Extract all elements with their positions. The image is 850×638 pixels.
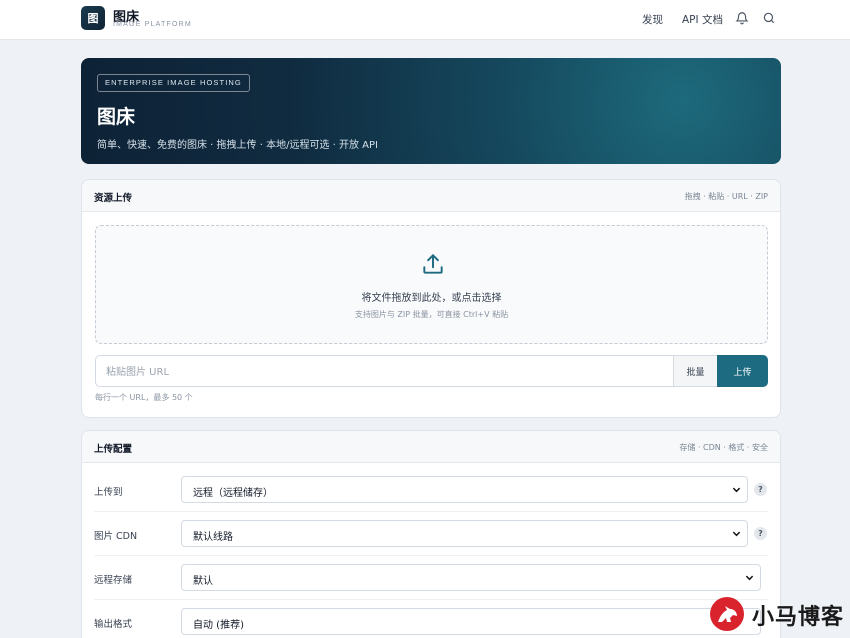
chevron-down-icon [745, 575, 754, 581]
chevron-down-icon [732, 531, 741, 537]
config-card-header: 上传配置 存储 · CDN · 格式 · 安全 [82, 431, 780, 463]
cdn-select[interactable]: 默认线路 [181, 520, 748, 547]
config-card-title: 上传配置 [94, 444, 133, 455]
remote-storage-select[interactable]: 默认 [181, 564, 761, 591]
remote-storage-value: 默认 [193, 576, 213, 587]
nav-discover-link[interactable]: 发现 [642, 12, 663, 27]
bell-icon[interactable] [735, 11, 749, 25]
brand-logo[interactable]: 图 [81, 6, 105, 30]
config-label-remote-storage: 远程存储 [94, 575, 133, 586]
dropzone-sub-text: 支持图片与 ZIP 批量，可直接 Ctrl+V 粘贴 [354, 310, 509, 319]
upload-card-header: 资源上传 拖拽 · 粘贴 · URL · ZIP [82, 180, 780, 212]
hero-description: 简单、快速、免费的图床 · 拖拽上传 · 本地/远程可选 · 开放 API [97, 140, 378, 151]
chevron-down-icon [732, 487, 741, 493]
config-card-meta: 存储 · CDN · 格式 · 安全 [679, 443, 768, 452]
cdn-help-icon[interactable]: ? [754, 527, 767, 540]
row-divider [94, 511, 768, 512]
upload-card: 资源上传 拖拽 · 粘贴 · URL · ZIP 将文件拖放到此处，或点击选择 … [81, 179, 781, 418]
upload-button[interactable]: 上传 [717, 355, 768, 387]
file-dropzone[interactable]: 将文件拖放到此处，或点击选择 支持图片与 ZIP 批量，可直接 Ctrl+V 粘… [95, 225, 768, 344]
watermark-text: 小马博客 [752, 605, 845, 630]
row-divider [94, 599, 768, 600]
upload-config-card: 上传配置 存储 · CDN · 格式 · 安全 上传到 远程（远程储存） ? 图… [81, 430, 781, 638]
config-label-output-format: 输出格式 [94, 619, 133, 630]
dropzone-main-text: 将文件拖放到此处，或点击选择 [361, 293, 502, 304]
output-format-value: 自动 (推荐) [193, 620, 244, 631]
search-icon[interactable] [762, 11, 776, 25]
upload-card-title: 资源上传 [94, 193, 133, 204]
hero-badge: ENTERPRISE IMAGE HOSTING [97, 74, 250, 92]
upload-icon [423, 254, 443, 274]
output-format-select[interactable]: 自动 (推荐) [181, 608, 761, 635]
watermark-horse-logo [710, 597, 744, 631]
config-label-upload-target: 上传到 [94, 487, 123, 498]
nav-api-docs-link[interactable]: API 文档 [682, 12, 723, 27]
upload-target-help-icon[interactable]: ? [754, 483, 767, 496]
cdn-value: 默认线路 [193, 532, 233, 543]
hero-title: 图床 [97, 106, 136, 128]
hero-banner: ENTERPRISE IMAGE HOSTING 图床 简单、快速、免费的图床 … [81, 58, 781, 164]
top-nav-bar: 图 图床 IMAGE PLATFORM 发现 API 文档 [0, 0, 850, 40]
row-divider [94, 555, 768, 556]
upload-card-meta: 拖拽 · 粘贴 · URL · ZIP [684, 192, 768, 201]
image-url-input[interactable] [95, 355, 674, 387]
upload-target-select[interactable]: 远程（远程储存） [181, 476, 748, 503]
config-label-cdn: 图片 CDN [94, 531, 138, 542]
url-input-hint: 每行一个 URL，最多 50 个 [95, 393, 193, 402]
upload-target-value: 远程（远程储存） [193, 488, 273, 499]
batch-button[interactable]: 批量 [673, 355, 718, 387]
brand-subtitle: IMAGE PLATFORM [113, 21, 192, 28]
